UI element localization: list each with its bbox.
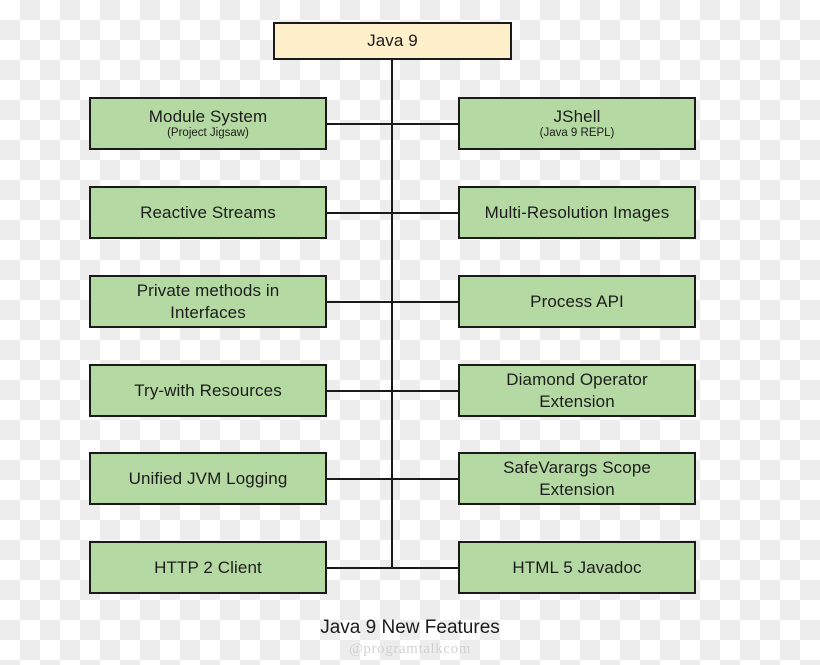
node-http-2-client[interactable]: HTTP 2 Client xyxy=(89,541,327,594)
node-java-9-title: Java 9 xyxy=(367,31,418,51)
row-connector-5 xyxy=(326,478,459,480)
row-connector-2 xyxy=(326,212,459,214)
node-process-api-title: Process API xyxy=(530,291,624,311)
node-multi-resolution-images-title: Multi-Resolution Images xyxy=(484,202,670,222)
node-process-api[interactable]: Process API xyxy=(458,275,696,328)
node-safevarargs-scope-extension[interactable]: SafeVarargs Scope Extension xyxy=(458,452,696,505)
node-unified-jvm-logging-title: Unified JVM Logging xyxy=(128,468,288,488)
trunk-connector xyxy=(391,59,393,569)
row-connector-4 xyxy=(326,390,459,392)
row-connector-1 xyxy=(326,123,459,125)
node-diamond-operator-extension-title: Diamond Operator Extension xyxy=(506,370,648,411)
node-html-5-javadoc-title: HTML 5 Javadoc xyxy=(512,557,642,577)
node-jshell-title: JShell xyxy=(553,107,601,127)
node-module-system[interactable]: Module System (Project Jigsaw) xyxy=(89,97,327,150)
node-jshell-subtitle: (Java 9 REPL) xyxy=(539,127,615,140)
node-module-system-subtitle: (Project Jigsaw) xyxy=(167,127,249,140)
node-try-with-resources-title: Try-with Resources xyxy=(134,380,282,400)
node-diamond-operator-extension[interactable]: Diamond Operator Extension xyxy=(458,364,696,417)
node-java-9[interactable]: Java 9 xyxy=(273,22,512,60)
node-safevarargs-scope-extension-title: SafeVarargs Scope Extension xyxy=(503,458,651,499)
row-connector-6 xyxy=(326,567,459,569)
node-jshell[interactable]: JShell (Java 9 REPL) xyxy=(458,97,696,150)
node-multi-resolution-images[interactable]: Multi-Resolution Images xyxy=(458,186,696,239)
watermark: @programtalkcom xyxy=(349,641,471,657)
row-connector-3 xyxy=(326,301,459,303)
node-try-with-resources[interactable]: Try-with Resources xyxy=(89,364,327,417)
node-unified-jvm-logging[interactable]: Unified JVM Logging xyxy=(89,452,327,505)
node-http-2-client-title: HTTP 2 Client xyxy=(154,557,262,577)
diagram-canvas: Java 9 Module System (Project Jigsaw) JS… xyxy=(0,0,820,665)
node-private-methods-in-interfaces-title: Private methods in Interfaces xyxy=(136,281,280,322)
node-reactive-streams[interactable]: Reactive Streams xyxy=(89,186,327,239)
node-html-5-javadoc[interactable]: HTML 5 Javadoc xyxy=(458,541,696,594)
node-reactive-streams-title: Reactive Streams xyxy=(140,202,276,222)
diagram-caption: Java 9 New Features xyxy=(320,617,500,638)
node-private-methods-in-interfaces[interactable]: Private methods in Interfaces xyxy=(89,275,327,328)
node-module-system-title: Module System xyxy=(148,107,268,127)
